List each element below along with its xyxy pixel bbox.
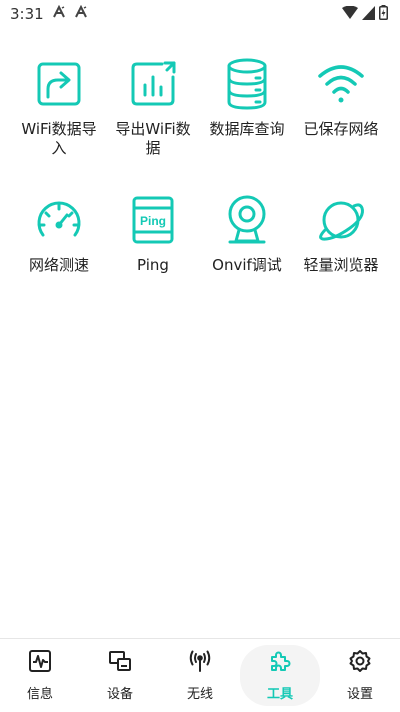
planet-icon xyxy=(313,192,369,248)
speedometer-icon xyxy=(31,192,87,248)
tool-label: Ping xyxy=(137,256,169,274)
tool-label: WiFi数据导入 xyxy=(21,120,97,157)
database-icon xyxy=(219,56,275,112)
tool-speed-test[interactable]: 网络测速 xyxy=(12,192,106,304)
tool-label: 导出WiFi数据 xyxy=(115,120,191,157)
nav-label: 设置 xyxy=(346,687,373,702)
antenna-icon xyxy=(188,649,212,677)
tool-label: 轻量浏览器 xyxy=(303,256,379,274)
tool-label: 网络测速 xyxy=(28,256,89,274)
wifi-export-icon xyxy=(125,56,181,112)
nav-label: 工具 xyxy=(266,687,293,702)
status-time: 3:31 xyxy=(10,5,44,23)
tool-database[interactable]: 数据库查询 xyxy=(200,56,294,168)
nav-label: 信息 xyxy=(26,687,53,702)
tools-grid: WiFi数据导入 导出WiFi数据 数据库查询 已保存网络 网络测速 Ping … xyxy=(12,56,388,304)
nav-tools[interactable]: 工具 xyxy=(240,645,320,706)
tool-label: 数据库查询 xyxy=(209,120,285,138)
wifi-icon xyxy=(313,56,369,112)
ping-icon: Ping xyxy=(125,192,181,248)
tool-wifi-import[interactable]: WiFi数据导入 xyxy=(12,56,106,168)
status-right xyxy=(342,4,388,24)
tool-saved-networks[interactable]: 已保存网络 xyxy=(294,56,388,168)
webcam-icon xyxy=(219,192,275,248)
tool-wifi-export[interactable]: 导出WiFi数据 xyxy=(106,56,200,168)
status-bar: 3:31 xyxy=(0,0,400,28)
tool-label: Onvif调试 xyxy=(212,256,282,274)
tool-onvif[interactable]: Onvif调试 xyxy=(200,192,294,304)
devices-icon xyxy=(108,649,132,677)
battery-icon xyxy=(379,4,388,24)
bottom-nav: 信息 设备 无线 工具 设置 xyxy=(0,638,400,712)
notification-icon xyxy=(74,4,88,23)
cell-signal-icon xyxy=(362,5,375,24)
nav-label: 设备 xyxy=(106,687,133,702)
nav-settings[interactable]: 设置 xyxy=(320,639,400,712)
tool-ping[interactable]: Ping Ping xyxy=(106,192,200,304)
wifi-import-icon xyxy=(31,56,87,112)
tool-light-browser[interactable]: 轻量浏览器 xyxy=(294,192,388,304)
gear-icon xyxy=(348,649,372,677)
wifi-signal-icon xyxy=(342,5,358,24)
pulse-icon xyxy=(28,649,52,677)
nav-label: 无线 xyxy=(186,687,213,702)
nav-devices[interactable]: 设备 xyxy=(80,639,160,712)
status-left: 3:31 xyxy=(10,4,88,23)
notification-icon xyxy=(52,4,66,23)
nav-wireless[interactable]: 无线 xyxy=(160,639,240,712)
svg-text:Ping: Ping xyxy=(140,214,166,228)
puzzle-icon xyxy=(268,649,292,677)
nav-info[interactable]: 信息 xyxy=(0,639,80,712)
tool-label: 已保存网络 xyxy=(303,120,379,138)
